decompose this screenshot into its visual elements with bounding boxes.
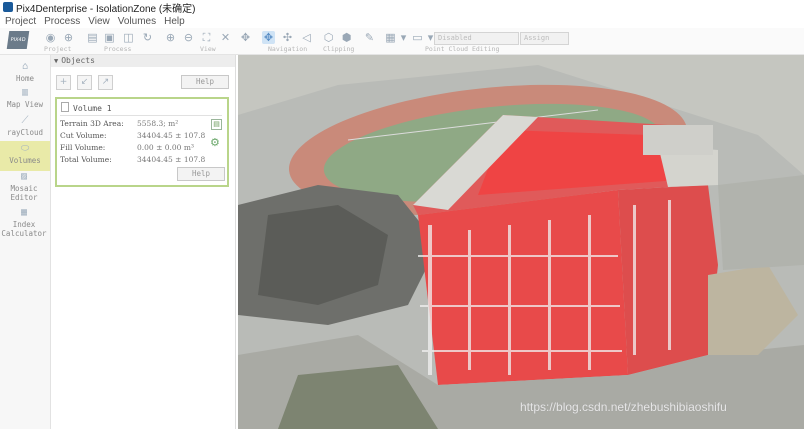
menu-bar: Project Process View Volumes Help: [0, 14, 804, 28]
export-volume-icon[interactable]: ↗: [98, 75, 113, 90]
zoom-in-icon[interactable]: ⊕: [164, 31, 177, 44]
building-front-facade: [418, 190, 628, 385]
new-volume-icon[interactable]: +: [56, 75, 71, 90]
left-sidebar: ⌂ Home ▥ Map View ⟋ rayCloud ⬭ Volumes ▨…: [0, 55, 51, 429]
menu-process[interactable]: Process: [44, 16, 80, 27]
cross-icon[interactable]: ✕: [219, 31, 232, 44]
group-label-view: View: [200, 45, 216, 53]
fly-icon[interactable]: ◁: [300, 31, 313, 44]
group-label-process: Process: [104, 45, 132, 53]
report-icon[interactable]: ▤: [86, 31, 99, 44]
title-bar: Pix4Denterprise - IsolationZone (未确定): [0, 0, 804, 15]
menu-view[interactable]: View: [88, 16, 110, 27]
deselect-icon[interactable]: ▭: [411, 31, 424, 44]
sidebar-item-mosaic-editor[interactable]: ▨ Mosaic Editor: [0, 171, 48, 202]
pix4d-logo: PIX4D: [6, 31, 30, 49]
gear-icon[interactable]: ⚙: [210, 136, 220, 149]
process-options-icon[interactable]: ▣: [103, 31, 116, 44]
class-dropdown[interactable]: Disabled: [434, 32, 519, 45]
volume-doc-icon: [61, 102, 69, 112]
trackball-icon[interactable]: ✥: [262, 31, 275, 44]
group-label-project: Project: [44, 45, 72, 53]
objects-panel: ▼ Objects + ↙ ↗ Help Volume 1 Terrain 3D …: [51, 55, 236, 429]
sidebar-item-volumes[interactable]: ⬭ Volumes: [0, 141, 50, 171]
reset-icon[interactable]: ↻: [141, 31, 154, 44]
watermark-text: https://blog.csdn.net/zhebushibiaoshifu: [520, 400, 727, 414]
fit-view-icon[interactable]: ⛶: [200, 31, 213, 44]
target-icon[interactable]: ⊕: [62, 31, 75, 44]
first-person-icon[interactable]: ✣: [281, 31, 294, 44]
clipping-box-icon[interactable]: ⬡: [322, 31, 335, 44]
open-project-icon[interactable]: ◉: [44, 31, 57, 44]
menu-help[interactable]: Help: [164, 16, 185, 27]
objects-help-button[interactable]: Help: [181, 75, 229, 89]
window-title: Pix4Denterprise - IsolationZone (未确定): [16, 3, 196, 15]
brush-icon[interactable]: ✎: [363, 31, 376, 44]
volume-card: Volume 1 Terrain 3D Area: 5558.3; m² Cut …: [55, 97, 229, 187]
sidebar-item-label: Map View: [6, 100, 44, 109]
volumes-icon: ⬭: [20, 143, 30, 154]
sidebar-item-label: Home: [15, 74, 35, 83]
navigation-icon[interactable]: ✥: [239, 31, 252, 44]
run-icon[interactable]: ◫: [122, 31, 135, 44]
objects-panel-header[interactable]: ▼ Objects: [51, 55, 235, 67]
divider: [60, 115, 222, 116]
group-label-navigation: Navigation: [268, 45, 308, 53]
sidebar-item-label: rayCloud: [6, 128, 44, 137]
sidebar-item-home[interactable]: ⌂ Home: [0, 61, 50, 83]
raycloud-icon: ⟋: [21, 115, 29, 126]
copy-icon[interactable]: ▤: [211, 119, 222, 130]
raycloud-3d-view[interactable]: [238, 55, 804, 429]
collapse-triangle-icon[interactable]: ▼: [54, 57, 58, 65]
menu-project[interactable]: Project: [5, 16, 36, 27]
sidebar-item-map-view[interactable]: ▥ Map View: [0, 87, 50, 109]
point-cloud-scene: [238, 55, 804, 429]
select-icon[interactable]: ▦: [384, 31, 397, 44]
objects-title: Objects: [61, 56, 95, 65]
sidebar-item-label: Mosaic Editor: [10, 184, 38, 202]
clipping-cube-icon[interactable]: ⬢: [340, 31, 353, 44]
select-arrow-icon[interactable]: ▾: [397, 31, 410, 44]
app-icon: [3, 2, 13, 12]
volume-help-button[interactable]: Help: [177, 167, 225, 181]
assign-button[interactable]: Assign: [520, 32, 569, 45]
group-label-point-cloud-editing: Point Cloud Editing: [425, 45, 500, 53]
map-icon: ▥: [21, 87, 29, 98]
import-volume-icon[interactable]: ↙: [77, 75, 92, 90]
sidebar-item-label: Volumes: [9, 156, 41, 165]
menu-volumes[interactable]: Volumes: [118, 16, 156, 27]
sidebar-item-index-calculator[interactable]: ▦ Index Calculator: [0, 207, 48, 238]
zoom-out-icon[interactable]: ⊖: [182, 31, 195, 44]
toolbar: PIX4D ◉ ⊕ Project ▤ ▣ ◫ ↻ Process ⊕ ⊖ ⛶ …: [0, 28, 804, 55]
index-calculator-icon: ▦: [20, 207, 28, 218]
mosaic-icon: ▨: [20, 171, 28, 182]
sidebar-item-label: Index Calculator: [1, 220, 47, 238]
sidebar-item-raycloud[interactable]: ⟋ rayCloud: [0, 115, 50, 137]
volume-title[interactable]: Volume 1: [61, 102, 112, 113]
group-label-clipping: Clipping: [323, 45, 355, 53]
home-icon: ⌂: [21, 61, 29, 72]
